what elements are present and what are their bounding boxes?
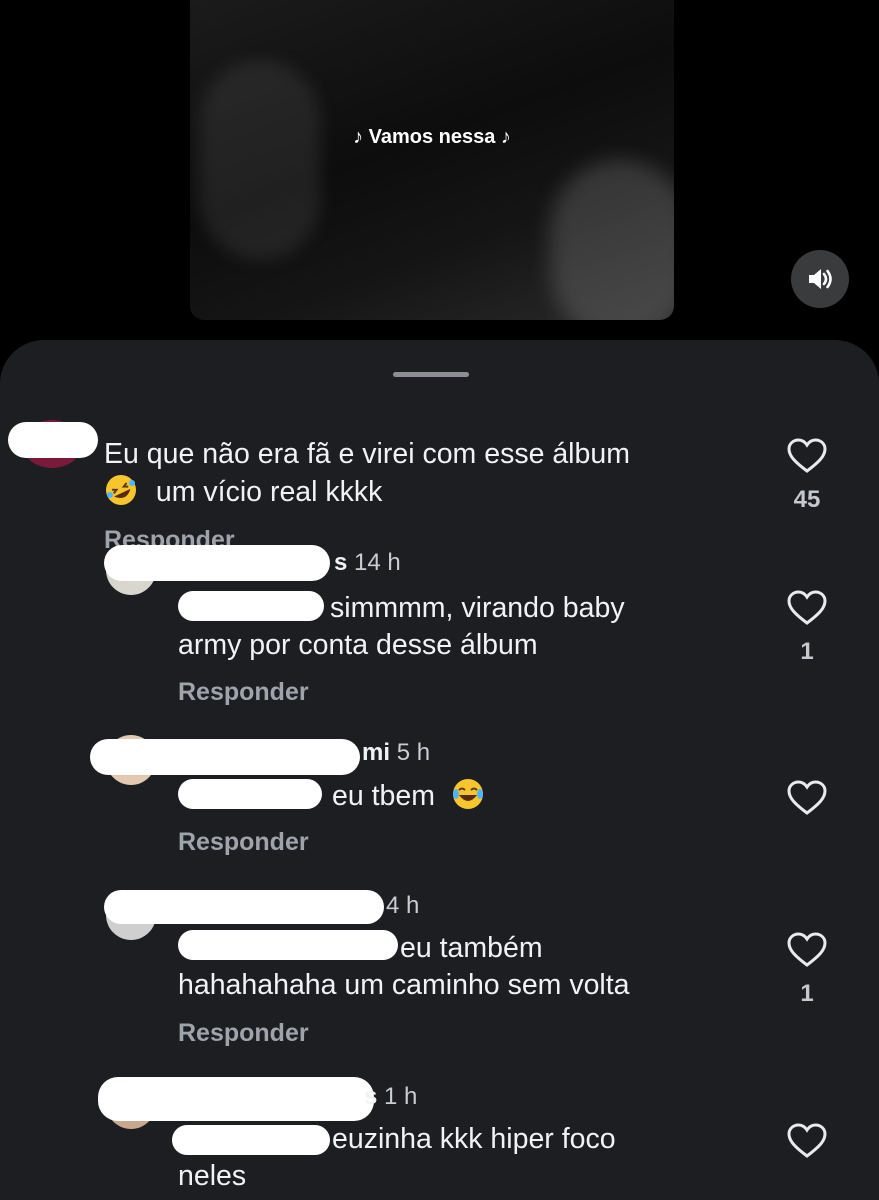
reply-button[interactable]: Responder <box>178 1019 309 1048</box>
sheet-drag-handle[interactable] <box>393 372 469 377</box>
reply-text-line: euzinha kkk hiper foco <box>178 1121 616 1158</box>
comment-text-line: um vício real kkkk <box>104 473 630 511</box>
sound-toggle-button[interactable] <box>791 250 849 308</box>
timestamp: 4 h <box>386 892 420 919</box>
reply-meta: s 1 h <box>364 1083 417 1111</box>
redacted-username <box>8 422 98 458</box>
like-button[interactable]: 1 <box>777 932 837 1008</box>
like-button[interactable]: 1 <box>777 590 837 666</box>
video-subtitle: ♪ Vamos nessa ♪ <box>353 126 511 148</box>
reply-text-line-2: hahahahaha um caminho sem volta <box>178 969 630 1001</box>
reply-text-line: eu também <box>178 930 630 967</box>
reply-button[interactable]: Responder <box>178 828 309 857</box>
reply-button[interactable]: Responder <box>178 678 309 707</box>
reply-text-line-2: neles <box>178 1160 247 1192</box>
like-count: 1 <box>800 980 814 1007</box>
timestamp: 5 h <box>396 739 431 766</box>
video-figure-shadow <box>200 60 320 260</box>
rolling-on-floor-laughing-emoji <box>106 475 136 505</box>
video-frame[interactable]: ♪ Vamos nessa ♪ <box>190 0 674 320</box>
comments-sheet: Eu que não era fã e virei com esse álbum… <box>0 340 879 1200</box>
reply-text-line-1: simmmm, virando baby <box>330 592 625 624</box>
redacted-username <box>104 545 330 581</box>
reply-text: euzinha kkk hiper foco neles <box>178 1121 616 1195</box>
reply-text-line-1: eu também <box>400 932 543 964</box>
redacted-username <box>90 739 360 775</box>
video-player[interactable]: ♪ Vamos nessa ♪ <box>0 0 879 360</box>
comment-text-line: Eu que não era fã e virei com esse álbum <box>104 438 630 470</box>
reply-text-line-1: eu tbem <box>332 780 435 812</box>
comment-text-line-2: um vício real kkkk <box>155 476 383 508</box>
reply-text-line: eu tbem <box>178 777 485 815</box>
reply-text-line: simmmm, virando baby <box>178 590 625 627</box>
heart-icon <box>787 590 827 625</box>
heart-icon <box>787 780 827 815</box>
redacted-username <box>104 890 384 924</box>
timestamp: 1 h <box>384 1083 418 1110</box>
reply-text-line-2: army por conta desse álbum <box>178 629 538 661</box>
redacted-username <box>98 1077 374 1121</box>
heart-icon <box>787 932 827 967</box>
reply-meta: s 14 h <box>334 549 401 577</box>
reply-text: eu também hahahahaha um caminho sem volt… <box>178 930 630 1004</box>
reply-meta: 4 h <box>386 892 419 920</box>
comment-text: Eu que não era fã e virei com esse álbum… <box>104 436 630 511</box>
like-button[interactable] <box>777 1123 837 1159</box>
face-with-tears-of-joy-emoji <box>452 779 483 809</box>
heart-icon <box>787 438 827 473</box>
video-figure-highlight <box>550 160 674 320</box>
like-button[interactable] <box>777 780 837 816</box>
username-visible-part[interactable]: s <box>364 1083 377 1110</box>
reply-text: simmmm, virando baby army por conta dess… <box>178 590 625 664</box>
like-button[interactable]: 45 <box>777 438 837 514</box>
like-count: 45 <box>793 486 821 513</box>
reply-meta: mi 5 h <box>362 739 430 767</box>
reply-text: eu tbem <box>178 777 485 815</box>
like-count: 1 <box>800 638 814 665</box>
username-visible-part[interactable]: mi <box>362 739 390 766</box>
username-visible-part[interactable]: s <box>334 549 347 576</box>
speaker-volume-icon <box>809 269 832 289</box>
timestamp: 14 h <box>354 549 401 576</box>
reply-text-line-1: euzinha kkk hiper foco <box>332 1123 616 1155</box>
heart-icon <box>787 1123 827 1158</box>
